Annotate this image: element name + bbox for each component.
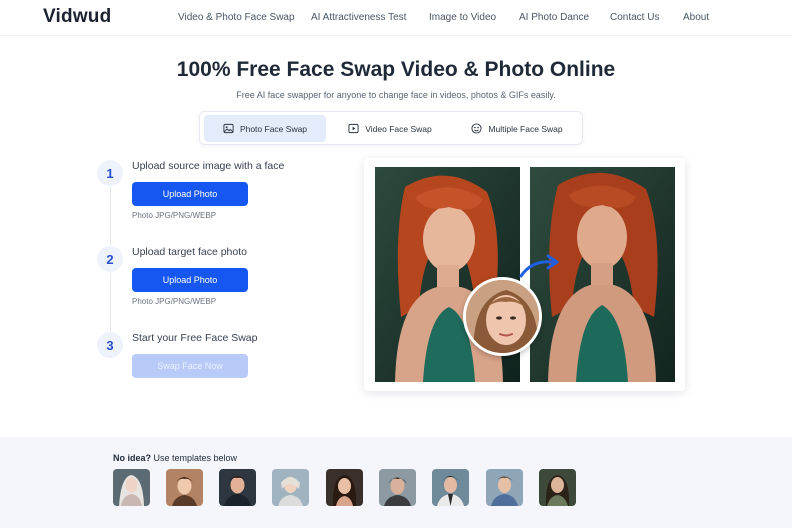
step-connector	[110, 273, 111, 331]
swap-face-now-button[interactable]: Swap Face Now	[132, 354, 248, 378]
step-number-1: 1	[97, 160, 123, 186]
step-title-3: Start your Free Face Swap	[132, 332, 258, 344]
template-thumbnail-7[interactable]	[432, 469, 469, 506]
upload-source-photo-button[interactable]: Upload Photo	[132, 182, 248, 206]
template-thumbnail-9[interactable]	[539, 469, 576, 506]
tab-video-face-swap[interactable]: Video Face Swap	[330, 115, 450, 142]
templates-label-bold: No idea?	[113, 453, 152, 463]
tab-multiple-face-swap[interactable]: Multiple Face Swap	[454, 115, 580, 142]
template-thumbnail-4[interactable]	[272, 469, 309, 506]
template-thumbnail-5[interactable]	[326, 469, 363, 506]
template-thumbnail-8[interactable]	[486, 469, 523, 506]
templates-label-rest: Use templates below	[151, 453, 238, 463]
step-number-2: 2	[97, 246, 123, 272]
page-subtitle: Free AI face swapper for anyone to chang…	[236, 90, 556, 100]
templates-label: No idea? Use templates below	[113, 453, 237, 463]
nav-item-image-to-video[interactable]: Image to Video	[429, 12, 496, 23]
swap-arrow-icon	[519, 254, 559, 278]
video-icon	[348, 123, 359, 134]
template-thumbnail-6[interactable]	[379, 469, 416, 506]
tab-photo-face-swap[interactable]: Photo Face Swap	[204, 115, 326, 142]
top-navbar: Vidwud Video & Photo Face Swap AI Attrac…	[0, 0, 792, 36]
step-title-1: Upload source image with a face	[132, 160, 285, 172]
template-thumbnail-3[interactable]	[219, 469, 256, 506]
nav-item-face-swap[interactable]: Video & Photo Face Swap	[178, 12, 295, 23]
nav-item-photo-dance[interactable]: AI Photo Dance	[519, 12, 589, 23]
step-number-3: 3	[97, 332, 123, 358]
multi-face-icon	[471, 123, 482, 134]
page-title: 100% Free Face Swap Video & Photo Online	[176, 58, 616, 81]
format-hint-1: Photo JPG/PNG/WEBP	[132, 211, 217, 220]
image-icon	[223, 123, 234, 134]
nav-item-contact[interactable]: Contact Us	[610, 12, 659, 23]
brand-logo[interactable]: Vidwud	[43, 6, 111, 28]
template-thumbnail-2[interactable]	[166, 469, 203, 506]
template-thumbnail-1[interactable]	[113, 469, 150, 506]
tab-label: Video Face Swap	[365, 123, 432, 134]
format-hint-2: Photo JPG/PNG/WEBP	[132, 297, 217, 306]
tab-label: Multiple Face Swap	[488, 123, 563, 134]
swap-face-thumbnail	[463, 277, 542, 356]
tab-label: Photo Face Swap	[239, 123, 308, 134]
step-connector	[110, 187, 111, 245]
nav-item-about[interactable]: About	[683, 12, 709, 23]
upload-target-photo-button[interactable]: Upload Photo	[132, 268, 248, 292]
nav-item-attractiveness-test[interactable]: AI Attractiveness Test	[311, 12, 406, 23]
step-title-2: Upload target face photo	[132, 246, 247, 258]
mode-tabs: Photo Face Swap Video Face Swap Multiple…	[199, 111, 583, 145]
